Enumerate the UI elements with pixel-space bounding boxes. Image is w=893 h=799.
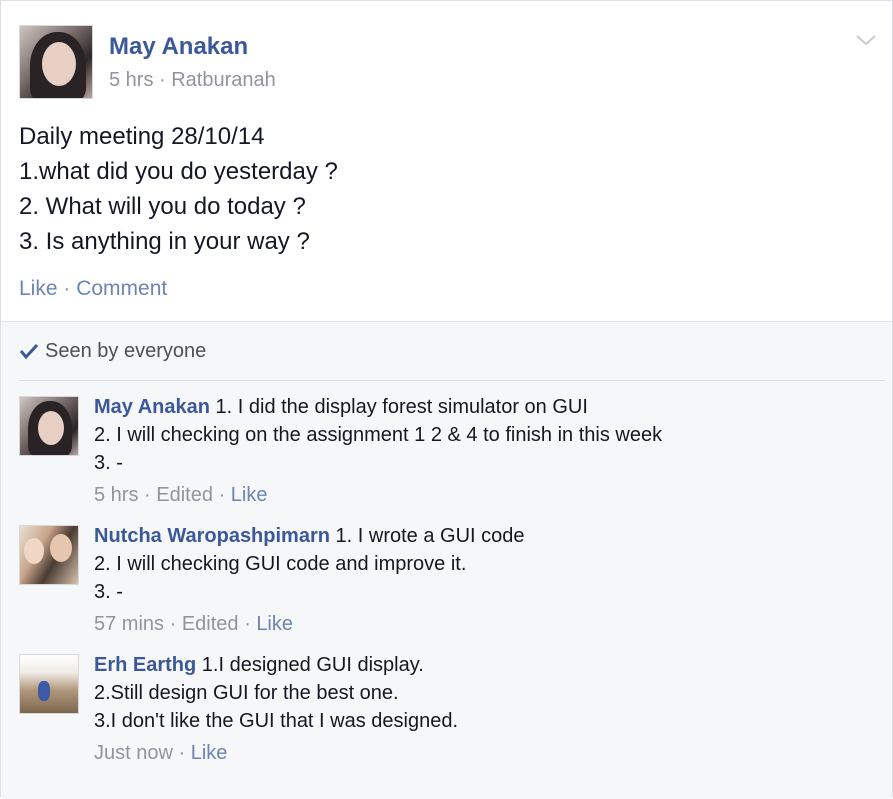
like-link[interactable]: Like	[19, 277, 58, 300]
author-avatar[interactable]	[19, 25, 93, 99]
comment-meta: 57 mins · Edited · Like	[94, 613, 294, 635]
post-meta: 5 hrs · Ratburanah	[109, 69, 276, 91]
comment-author[interactable]: Nutcha Waropashpimarn	[94, 525, 330, 547]
avatar-face	[24, 538, 44, 564]
commenter-avatar[interactable]	[19, 396, 79, 456]
comments-section: Seen by everyone May Anakan 1. I did the…	[1, 321, 892, 799]
comment-edited[interactable]: Edited	[156, 484, 213, 506]
comment-like-link[interactable]: Like	[256, 613, 293, 635]
comment-time[interactable]: 57 mins	[94, 613, 164, 635]
comment-author[interactable]: May Anakan	[94, 396, 210, 418]
avatar-face	[42, 42, 76, 86]
commenter-avatar[interactable]	[19, 525, 79, 585]
post-header: May Anakan 5 hrs · Ratburanah	[19, 25, 879, 99]
seen-label: Seen by everyone	[45, 340, 207, 362]
comment-text: May Anakan 1. I did the display forest s…	[94, 393, 662, 477]
comment-meta: Just now · Like	[94, 742, 228, 764]
avatar-face	[38, 411, 64, 445]
post-body-text: Daily meeting 28/10/14 1.what did you do…	[19, 123, 338, 255]
comment-text: Erh Earthg 1.I designed GUI display. 2.S…	[94, 651, 458, 735]
divider	[19, 380, 885, 381]
comment-time[interactable]: 5 hrs	[94, 484, 138, 506]
comment-like-link[interactable]: Like	[191, 742, 228, 764]
comment-time[interactable]: Just now	[94, 742, 173, 764]
comment-like-link[interactable]: Like	[231, 484, 268, 506]
post-card: May Anakan 5 hrs · Ratburanah Daily meet…	[0, 0, 893, 799]
chevron-down-icon[interactable]	[855, 29, 877, 51]
avatar-figure	[38, 681, 50, 701]
avatar-face	[50, 534, 72, 562]
actions-separator: ·	[57, 277, 77, 300]
seen-by-indicator: Seen by everyone	[19, 340, 206, 363]
commenter-avatar[interactable]	[19, 654, 79, 714]
comment-edited[interactable]: Edited	[182, 613, 239, 635]
comment-text: Nutcha Waropashpimarn 1. I wrote a GUI c…	[94, 522, 525, 606]
comment-meta: 5 hrs · Edited · Like	[94, 484, 268, 506]
post-author-name[interactable]: May Anakan	[109, 33, 248, 61]
post-actions: Like · Comment	[19, 277, 167, 301]
checkmark-icon	[19, 340, 45, 362]
comment-author[interactable]: Erh Earthg	[94, 654, 196, 676]
comment-link[interactable]: Comment	[76, 277, 167, 300]
